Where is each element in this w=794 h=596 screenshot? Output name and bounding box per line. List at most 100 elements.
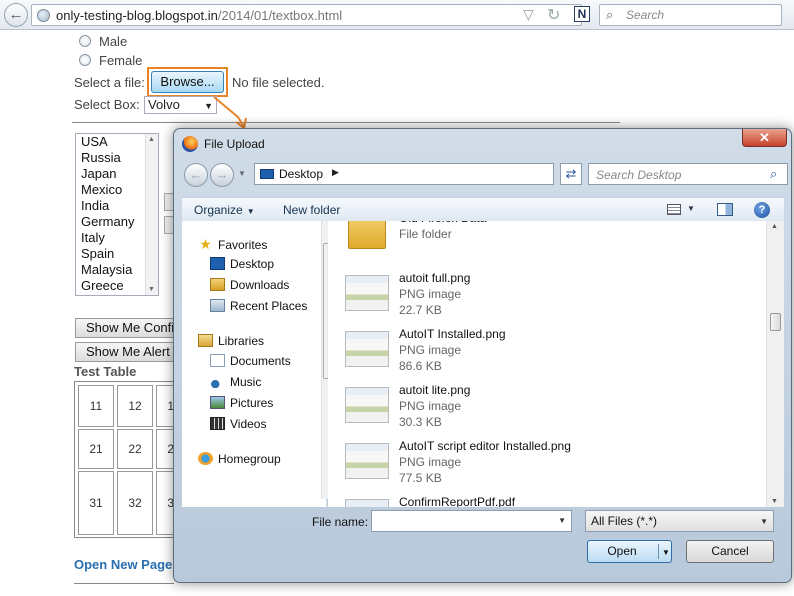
nav-item-label: Documents xyxy=(230,354,291,368)
dropdown-arrow-icon[interactable]: ▽ xyxy=(523,6,534,23)
nav-item-desktop[interactable]: Desktop xyxy=(198,254,320,275)
chevron-down-icon[interactable]: ▼ xyxy=(662,542,670,563)
file-name: AutoIT Installed.png xyxy=(399,327,506,341)
browser-search-input[interactable]: ⌕ Search xyxy=(599,4,782,26)
scroll-down-icon[interactable]: ▼ xyxy=(148,286,155,293)
nav-back-button[interactable]: ← xyxy=(184,163,208,187)
chevron-down-icon[interactable]: ▼ xyxy=(558,516,566,525)
file-item[interactable]: ConfirmReportPdf.pdf xyxy=(328,493,748,507)
file-item[interactable]: Old Firefox Data File folder xyxy=(328,221,748,265)
close-button[interactable]: ✕ xyxy=(742,129,787,147)
file-list: Old Firefox Data File folder autoit full.p… xyxy=(328,221,766,507)
organize-menu[interactable]: Organize ▼ xyxy=(194,203,255,217)
file-name: autoit full.png xyxy=(399,271,471,285)
car-select-value: Volvo xyxy=(148,97,180,112)
table-cell: 23 xyxy=(156,429,173,469)
nav-item-documents[interactable]: Documents xyxy=(198,351,320,372)
scroll-down-icon[interactable]: ▼ xyxy=(771,498,778,505)
scroll-up-icon[interactable]: ▲ xyxy=(148,136,155,143)
nav-group-libraries[interactable]: Libraries xyxy=(198,331,320,351)
preview-pane-icon[interactable] xyxy=(717,203,733,216)
nav-item-label: Recent Places xyxy=(230,299,308,313)
nav-item-label: Desktop xyxy=(230,257,275,271)
nav-item-videos[interactable]: Videos xyxy=(198,414,320,435)
url-text: only-testing-blog.blogspot.in/2014/01/te… xyxy=(56,8,342,23)
back-arrow-icon: ← xyxy=(8,6,24,23)
file-type: File folder xyxy=(399,227,452,241)
browse-button[interactable]: Browse... xyxy=(151,71,224,93)
chevron-right-icon[interactable]: ▶ xyxy=(332,167,339,178)
cancel-button[interactable]: Cancel xyxy=(686,540,774,563)
show-alert-button[interactable]: Show Me Alert xyxy=(75,342,175,362)
table-cell: 33 xyxy=(156,471,173,535)
open-button[interactable]: Open ▼ xyxy=(587,540,672,563)
nav-item-pictures[interactable]: Pictures xyxy=(198,393,320,414)
table-cell: 32 xyxy=(117,471,153,535)
file-size: 86.6 KB xyxy=(399,359,442,373)
nav-item-recent-places[interactable]: Recent Places xyxy=(198,296,320,317)
file-item[interactable]: autoit full.png PNG image 22.7 KB xyxy=(328,269,748,325)
nav-item-downloads[interactable]: Downloads xyxy=(198,275,320,296)
file-item[interactable]: AutoIT script editor Installed.png PNG im… xyxy=(328,437,748,493)
table-cell: 12 xyxy=(117,385,153,427)
close-icon: ✕ xyxy=(759,130,770,145)
nav-item-label: Videos xyxy=(230,417,267,431)
search-desktop-input[interactable]: Search Desktop ⌕ xyxy=(588,163,788,185)
scrollbar-thumb[interactable] xyxy=(770,313,781,331)
file-type: PNG image xyxy=(399,287,462,301)
url-host: only-testing-blog.blogspot.in xyxy=(56,8,218,23)
nav-tree: ★ Favorites Desktop Downloads Recent Places L… xyxy=(198,234,320,483)
file-name-label: File name: xyxy=(312,515,369,529)
pictures-icon xyxy=(210,396,225,409)
file-list-scrollbar[interactable]: ▲ ▼ xyxy=(766,221,784,507)
table-cell: 13 xyxy=(156,385,173,427)
help-icon[interactable]: ? xyxy=(754,202,770,218)
open-new-page-link[interactable]: Open New Page xyxy=(74,557,172,572)
file-size: 77.5 KB xyxy=(399,471,442,485)
reload-icon[interactable]: ↻ xyxy=(547,5,560,25)
show-confirmation-button[interactable]: Show Me Confirmation xyxy=(75,318,175,338)
nav-group-favorites[interactable]: ★ Favorites xyxy=(198,234,320,254)
car-select[interactable]: Volvo ▼ xyxy=(144,96,217,114)
select-file-label: Select a file: xyxy=(74,75,145,90)
file-item[interactable]: autoit lite.png PNG image 30.3 KB xyxy=(328,381,748,437)
recent-places-icon xyxy=(210,299,225,312)
nav-forward-button[interactable]: → xyxy=(210,163,234,187)
nav-group-label: Favorites xyxy=(218,238,268,252)
location-breadcrumb[interactable]: Desktop ▶ xyxy=(254,163,554,185)
image-thumbnail-icon xyxy=(345,331,389,367)
file-name-input[interactable]: ▼ xyxy=(371,510,572,532)
chevron-down-icon[interactable]: ▼ xyxy=(687,204,695,213)
file-name: AutoIT script editor Installed.png xyxy=(399,439,571,453)
views-icon[interactable] xyxy=(667,204,681,215)
nav-item-label: Music xyxy=(230,375,262,389)
breadcrumb-desktop[interactable]: Desktop xyxy=(279,167,323,181)
recent-locations-icon[interactable]: ▼ xyxy=(238,169,246,178)
scroll-up-icon[interactable]: ▲ xyxy=(771,223,778,230)
nav-group-label: Libraries xyxy=(218,334,265,348)
navigation-pane: ★ Favorites Desktop Downloads Recent Places L… xyxy=(182,221,335,507)
file-item[interactable]: AutoIT Installed.png PNG image 86.6 KB xyxy=(328,325,748,381)
radio-male[interactable] xyxy=(79,35,91,47)
forward-arrow-icon: → xyxy=(215,167,229,182)
refresh-button[interactable]: ⇄ xyxy=(560,163,582,185)
new-folder-button[interactable]: New folder xyxy=(283,203,340,217)
back-button[interactable]: ← xyxy=(4,3,28,27)
country-listbox[interactable]: USA Russia Japan Mexico India Germany Italy Spa… xyxy=(75,133,159,296)
browser-toolbar: ← only-testing-blog.blogspot.in/2014/01/… xyxy=(0,0,794,30)
radio-female[interactable] xyxy=(79,54,91,66)
file-type: PNG image xyxy=(399,455,462,469)
radio-label-female: Female xyxy=(99,53,143,68)
videos-icon xyxy=(210,417,225,430)
image-thumbnail-icon xyxy=(345,443,389,479)
file-size: 22.7 KB xyxy=(399,303,442,317)
table-cell: 31 xyxy=(78,471,114,535)
folder-icon xyxy=(348,221,386,249)
listbox-scrollbar[interactable]: ▲ ▼ xyxy=(145,134,158,295)
file-type-select[interactable]: All Files (*.*) ▼ xyxy=(585,510,774,532)
nav-group-homegroup[interactable]: Homegroup xyxy=(198,449,320,469)
extension-icon[interactable]: N xyxy=(574,6,590,22)
address-bar[interactable]: only-testing-blog.blogspot.in/2014/01/te… xyxy=(31,4,582,26)
nav-item-label: Downloads xyxy=(230,278,290,292)
nav-item-music[interactable]: Music xyxy=(198,372,320,393)
